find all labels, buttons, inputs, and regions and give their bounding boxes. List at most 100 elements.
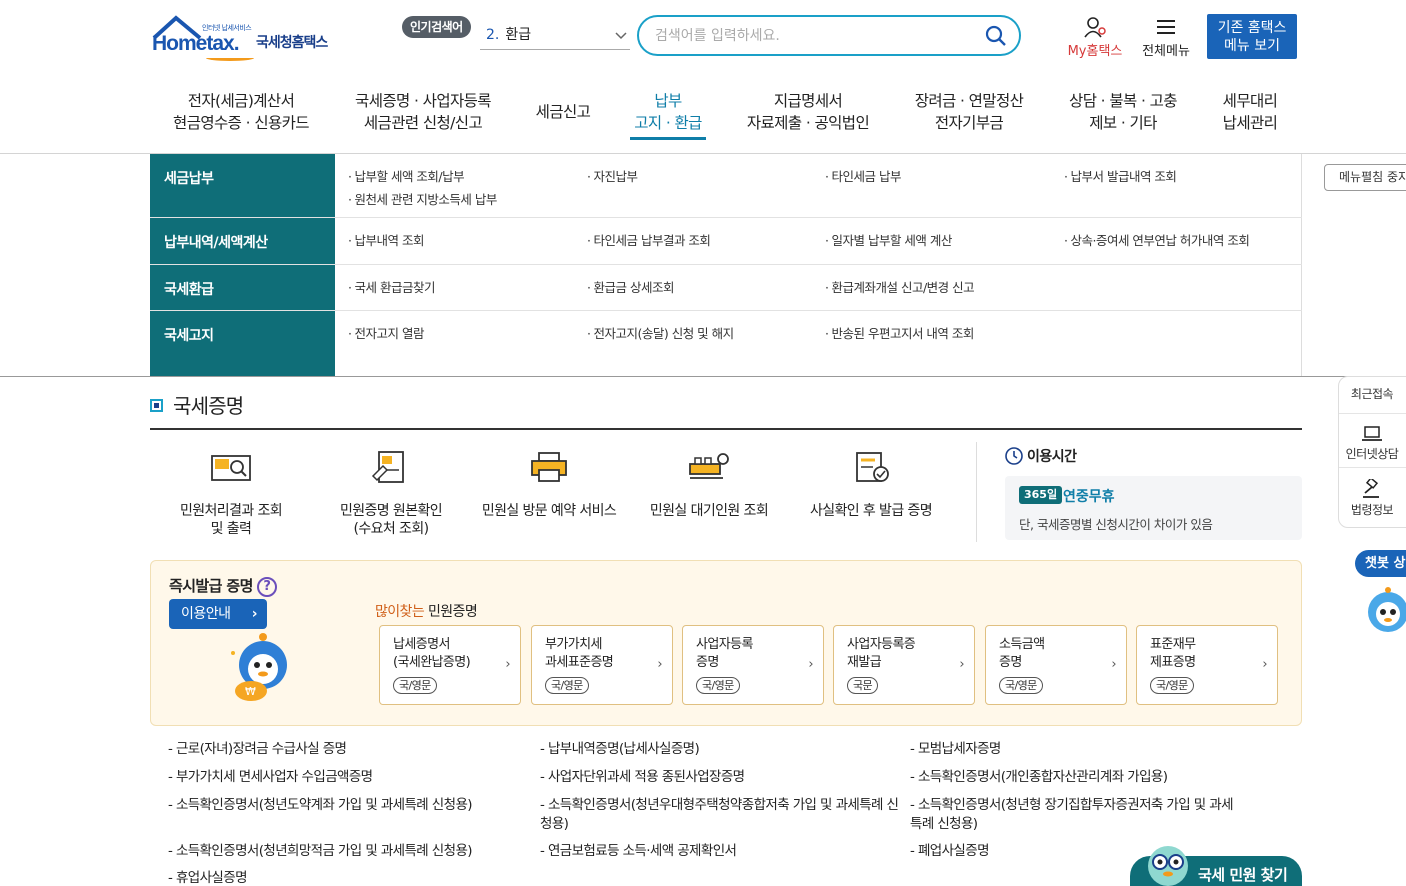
cert-list-link[interactable]: 휴업사실증명	[168, 869, 528, 886]
search-icon[interactable]	[985, 25, 1007, 47]
gnb-e-invoice[interactable]: 전자(세금)계산서 현금영수증 · 신용카드	[170, 90, 312, 134]
gnb-label: 세금관련 신청/신고	[363, 114, 483, 132]
gnb-tax-certificate[interactable]: 국세증명 · 사업자등록 세금관련 신청/신고	[350, 90, 496, 134]
chevron-right-icon: ›	[1111, 657, 1116, 672]
dropdown-link[interactable]: 타인세금 납부결과 조회	[587, 230, 710, 249]
cert-financial-statement[interactable]: 표준재무 제표증명 › 국/영문	[1136, 625, 1278, 705]
cert-list-link[interactable]: 연금보험료등 소득·세액 공제확인서	[540, 842, 900, 861]
cert-label: 사업자등록증	[847, 637, 916, 652]
chatbot-button[interactable]: 챗봇 상담	[1355, 550, 1406, 577]
old-hometax-menu-button[interactable]: 기존 홈택스 메뉴 보기	[1207, 14, 1297, 59]
dropdown-link[interactable]: 납부내역 조회	[348, 230, 424, 249]
service-visit-reservation[interactable]: 민원실 방문 예약 서비스	[474, 450, 624, 520]
service-label: (수요처 조회)	[353, 521, 430, 537]
dropdown-link[interactable]: 납부서 발급내역 조회	[1064, 166, 1176, 185]
instant-issuance-box: 즉시발급 증명? 이용안내 › ₩ 많이찾는 민원증명 납세증명서 (국세완납증명)…	[150, 560, 1302, 726]
dropdown-link[interactable]: 납부할 세액 조회/납부	[348, 166, 464, 185]
cert-tax-payment[interactable]: 납세증명서 (국세완납증명) › 국/영문	[379, 625, 521, 705]
dropdown-link[interactable]: 전자고지 열람	[348, 323, 424, 342]
cert-business-registration[interactable]: 사업자등록 증명 › 국/영문	[682, 625, 824, 705]
dropdown-category[interactable]: 세금납부	[150, 154, 335, 217]
dropdown-link[interactable]: 환급금 상세조회	[587, 277, 674, 296]
dropdown-link[interactable]: 국세 환급금찾기	[348, 277, 435, 296]
cert-list-link[interactable]: 모범납세자증명	[910, 740, 1240, 759]
dropdown-link[interactable]: 상속·증여세 연부연납 허가내역 조회	[1064, 230, 1249, 249]
menu-expand-stop-button[interactable]: 메뉴펼침 중지	[1324, 164, 1406, 191]
hometax-logo[interactable]: 인터넷 납세서비스 Hometax. 국세청홈택스	[150, 14, 350, 64]
cert-list-link[interactable]: 납부내역증명(납세사실증명)	[540, 740, 900, 759]
cert-list-link[interactable]: 근로(자녀)장려금 수급사실 증명	[168, 740, 528, 759]
cert-vat-base[interactable]: 부가가치세 과세표준증명 › 국/영문	[531, 625, 673, 705]
cert-language-badge: 국/영문	[393, 677, 437, 694]
cert-list-link[interactable]: 사업자단위과세 적용 종된사업장증명	[540, 768, 900, 787]
active-indicator	[630, 137, 706, 140]
gnb-tax-filing[interactable]: 세금신고	[530, 101, 596, 123]
dropdown-link[interactable]: 원천세 관련 지방소득세 납부	[348, 189, 497, 208]
chevron-right-icon: ›	[505, 657, 510, 672]
gnb-label: 장려금 · 연말정산	[914, 92, 1024, 110]
dropdown-link[interactable]: 환급계좌개설 신고/변경 신고	[825, 277, 974, 296]
popular-keyword-select[interactable]: 2. 환급	[480, 20, 630, 50]
service-original-verify[interactable]: 민원증명 원본확인 (수요처 조회)	[316, 450, 466, 538]
cert-label: (국세완납증명)	[393, 655, 471, 670]
page: 인터넷 납세서비스 Hometax. 국세청홈택스 인기검색어 2. 환급 My홈…	[0, 0, 1406, 886]
popular-keyword-rank: 2.	[486, 27, 500, 43]
gnb-label: 세무대리	[1222, 92, 1278, 110]
cert-income-amount[interactable]: 소득금액 증명 › 국/영문	[985, 625, 1127, 705]
quick-law-info[interactable]: 법령정보	[1327, 479, 1406, 518]
cert-list-link[interactable]: 소득확인증명서(청년우대형주택청약종합저축 가입 및 과세특례 신청용)	[540, 796, 906, 834]
service-waiting-inquiry[interactable]: 민원실 대기인원 조회	[634, 450, 784, 520]
cert-list-link[interactable]: 소득확인증명서(개인종합자산관리계좌 가입용)	[910, 768, 1240, 787]
dropdown-category[interactable]: 국세고지	[150, 311, 335, 376]
cert-list-link[interactable]: 소득확인증명서(청년형 장기집합투자증권저축 가입 및 과세특례 신청용)	[910, 796, 1240, 834]
gnb-label: 고지 · 환급	[634, 114, 702, 132]
gnb-payment[interactable]: 납부 고지 · 환급	[630, 90, 706, 140]
logo-swoosh	[206, 55, 254, 61]
laptop-icon	[1362, 426, 1382, 441]
cert-label: 과세표준증명	[545, 655, 614, 670]
dropdown-link[interactable]: 반송된 우편고지서 내역 조회	[825, 323, 974, 342]
gnb-incentive[interactable]: 장려금 · 연말정산 전자기부금	[910, 90, 1028, 134]
chevron-right-icon: ›	[808, 657, 813, 672]
dropdown-link[interactable]: 타인세금 납부	[825, 166, 901, 185]
section-divider	[150, 428, 1302, 430]
hamburger-icon	[1157, 20, 1175, 34]
dropdown-link[interactable]: 자진납부	[587, 166, 638, 185]
my-hometax-button[interactable]: My홈택스	[1063, 16, 1127, 59]
cert-label: 부가가치세	[545, 637, 602, 652]
service-fact-check-issue[interactable]: 사실확인 후 발급 증명	[796, 450, 946, 520]
cert-label: 표준재무	[1150, 637, 1196, 652]
quick-divider	[1339, 467, 1406, 468]
dropdown-category[interactable]: 납부내역/세액계산	[150, 218, 335, 264]
all-menu-button[interactable]: 전체메뉴	[1138, 16, 1194, 59]
chevron-right-icon: ›	[657, 657, 662, 672]
search-box	[637, 15, 1021, 56]
gnb-label: 지급명세서	[773, 92, 843, 110]
document-monitor-icon	[211, 455, 251, 481]
service-result-inquiry[interactable]: 민원처리결과 조회 및 출력	[156, 450, 306, 538]
dropdown-category[interactable]: 국세환급	[150, 265, 335, 310]
cert-list-link[interactable]: 소득확인증명서(청년도약계좌 가입 및 과세특례 신청용)	[168, 796, 528, 815]
service-label: 민원처리결과 조회	[179, 503, 283, 519]
cert-label: 증명	[999, 655, 1022, 670]
cert-list-link[interactable]: 부가가치세 면세사업자 수입금액증명	[168, 768, 528, 787]
gnb-tax-agent[interactable]: 세무대리 납세관리	[1216, 90, 1284, 134]
dropdown-link[interactable]: 전자고지(송달) 신청 및 해지	[587, 323, 734, 342]
main-navigation: 전자(세금)계산서 현금영수증 · 신용카드 국세증명 · 사업자등록 세금관련 신…	[150, 90, 1310, 146]
dropdown-link[interactable]: 일자별 납부할 세액 계산	[825, 230, 952, 249]
cert-business-reissue[interactable]: 사업자등록증 재발급 › 국문	[833, 625, 975, 705]
chatbot-mascot-icon[interactable]	[1364, 584, 1406, 636]
gnb-consult[interactable]: 상담 · 불복 · 고충 제보 · 기타	[1064, 90, 1182, 134]
popular-highlight: 많이찾는	[375, 604, 425, 620]
cert-list-link[interactable]: 소득확인증명서(청년희망적금 가입 및 과세특례 신청용)	[168, 842, 528, 861]
cert-label: 납세증명서	[393, 637, 450, 652]
certificate-stamp-icon	[371, 451, 404, 483]
gnb-payment-statement[interactable]: 지급명세서 자료제출 · 공익법인	[742, 90, 874, 134]
usage-guide-button[interactable]: 이용안내 ›	[169, 599, 267, 629]
search-input[interactable]	[655, 25, 975, 47]
quick-internet-consult[interactable]: 인터넷상담	[1327, 425, 1406, 462]
guide-label: 이용안내	[181, 606, 231, 622]
help-icon[interactable]: ?	[256, 577, 277, 597]
quick-recent[interactable]: 최근접속	[1327, 385, 1406, 402]
cert-language-badge: 국문	[847, 677, 879, 694]
